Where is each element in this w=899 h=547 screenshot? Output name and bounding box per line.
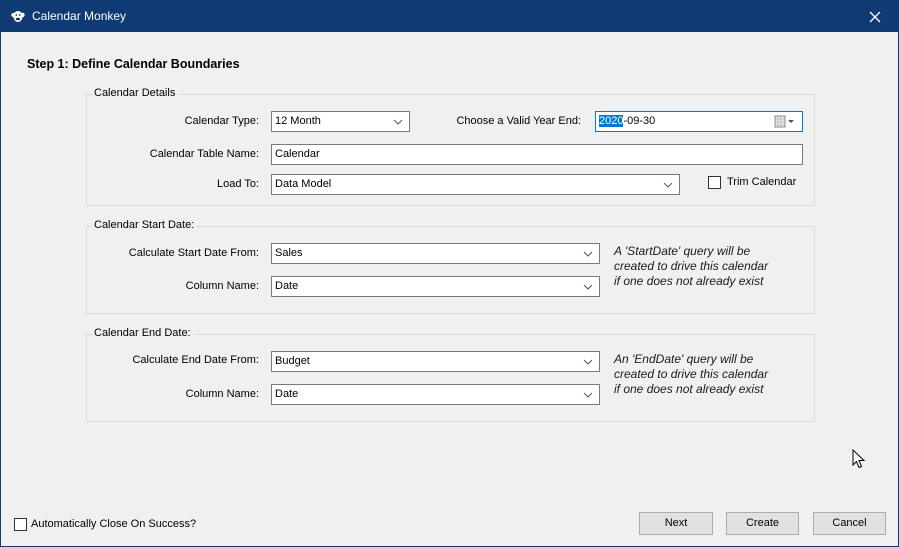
calendar-monkey-dialog: Calendar Monkey Step 1: Define Calendar … <box>0 0 899 547</box>
end-column-select[interactable]: Date <box>271 384 600 405</box>
cancel-button[interactable]: Cancel <box>813 512 886 535</box>
load-to-select[interactable]: Data Model <box>271 174 680 195</box>
year-end-label: Choose a Valid Year End: <box>456 115 581 127</box>
end-date-note: An 'EndDate' query will be created to dr… <box>614 352 814 397</box>
end-column-value: Date <box>275 388 299 400</box>
year-end-selected-text: 2020 <box>599 115 624 127</box>
year-end-rest-text: -09-30 <box>623 115 656 127</box>
start-calc-from-select[interactable]: Sales <box>271 243 600 264</box>
trim-calendar-checkbox[interactable] <box>708 176 721 189</box>
calendar-type-label: Calendar Type: <box>184 115 259 127</box>
end-calc-from-label: Calculate End Date From: <box>132 354 259 366</box>
calendar-details-legend: Calendar Details <box>92 87 178 99</box>
window-title: Calendar Monkey <box>32 9 127 23</box>
chevron-down-icon <box>583 251 593 257</box>
title-bar: Calendar Monkey <box>1 1 898 32</box>
chevron-down-icon <box>583 284 593 290</box>
chevron-down-icon <box>393 119 403 125</box>
start-date-note: A 'StartDate' query will be created to d… <box>614 244 814 289</box>
trim-calendar-label[interactable]: Trim Calendar <box>727 176 796 188</box>
monkey-icon <box>11 11 25 22</box>
table-name-value: Calendar <box>275 148 320 160</box>
table-name-label: Calendar Table Name: <box>149 148 259 160</box>
close-icon <box>869 11 881 22</box>
auto-close-checkbox[interactable] <box>14 518 27 531</box>
start-calc-from-label: Calculate Start Date From: <box>128 247 259 259</box>
end-date-legend: Calendar End Date: <box>92 327 193 339</box>
start-date-legend: Calendar Start Date: <box>92 219 197 231</box>
calendar-dropdown-icon[interactable] <box>774 115 796 129</box>
table-name-input[interactable]: Calendar <box>271 144 803 165</box>
start-column-value: Date <box>275 280 299 292</box>
start-column-label: Column Name: <box>185 280 259 292</box>
chevron-down-icon <box>583 392 593 398</box>
auto-close-label[interactable]: Automatically Close On Success? <box>31 518 196 530</box>
start-column-select[interactable]: Date <box>271 276 600 297</box>
chevron-down-icon <box>663 182 673 188</box>
step-title: Step 1: Define Calendar Boundaries <box>27 57 240 71</box>
note-line: if one does not already exist <box>614 382 764 396</box>
note-line: A 'StartDate' query will be <box>614 244 751 258</box>
year-end-date-picker[interactable]: 2020-09-30 <box>595 111 803 132</box>
load-to-label: Load To: <box>216 178 259 190</box>
note-line: if one does not already exist <box>614 274 764 288</box>
calendar-type-select[interactable]: 12 Month <box>271 111 410 132</box>
chevron-down-icon <box>583 359 593 365</box>
close-button[interactable] <box>852 1 898 32</box>
note-line: created to drive this calendar <box>614 259 769 273</box>
note-line: created to drive this calendar <box>614 367 769 381</box>
mouse-cursor-icon <box>852 449 866 469</box>
end-calc-from-value: Budget <box>275 355 310 367</box>
end-column-label: Column Name: <box>185 388 259 400</box>
calendar-type-value: 12 Month <box>275 115 321 127</box>
note-line: An 'EndDate' query will be <box>614 352 754 366</box>
create-button[interactable]: Create <box>726 512 799 535</box>
load-to-value: Data Model <box>275 178 332 190</box>
next-button[interactable]: Next <box>639 512 713 535</box>
end-calc-from-select[interactable]: Budget <box>271 351 600 372</box>
start-calc-from-value: Sales <box>275 247 303 259</box>
